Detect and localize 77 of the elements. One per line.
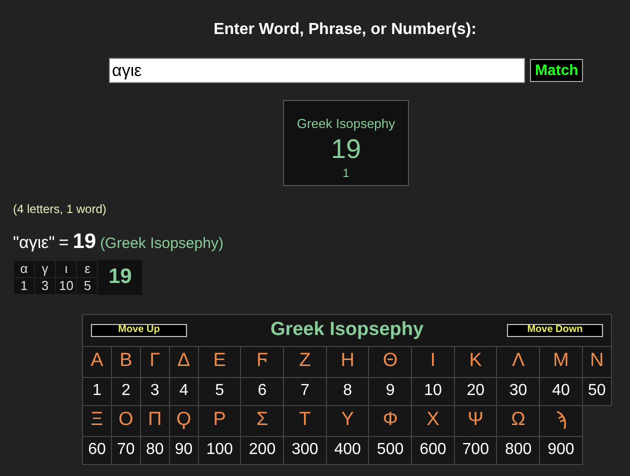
letter-value-cell: 8	[326, 377, 369, 405]
greek-letter-cell: Β	[111, 346, 140, 377]
letter-value-cell: 3	[140, 377, 170, 405]
letter-cell: ι	[56, 260, 77, 277]
greek-letter-cell: Ι	[412, 346, 454, 377]
letter-value-cell: 6	[240, 377, 284, 405]
letter-cell: ε	[76, 260, 98, 277]
greek-letter-cell: Ο	[111, 405, 140, 436]
greek-letter-cell: Ω	[496, 405, 540, 436]
greek-letter-cell: Ϝ	[240, 346, 284, 377]
letter-value-cell: 80	[140, 436, 170, 464]
letter-value-cell: 1	[82, 377, 112, 405]
greek-letter-cell: Μ	[540, 346, 582, 377]
greek-letter-cell: Η	[326, 346, 369, 377]
greek-letter-cell: Υ	[326, 405, 369, 436]
letter-cell: γ	[34, 260, 56, 277]
equals-sign: =	[58, 232, 69, 254]
letter-value-cell: 600	[412, 436, 454, 464]
letter-value-cell: 700	[454, 436, 497, 464]
greek-letter-cell: Ζ	[284, 346, 326, 377]
cipher-label: (Greek Isopsephy)	[100, 234, 224, 254]
greek-letter-cell: Φ	[368, 405, 412, 436]
letter-value-cell: 4	[169, 377, 198, 405]
breakdown-total: 19	[98, 260, 142, 294]
letter-value-cell: 200	[240, 436, 284, 464]
greek-letter-cell: Ξ	[82, 405, 112, 436]
prompt-heading: Enter Word, Phrase, or Number(s):	[212, 20, 478, 40]
letter-word-count: (4 letters, 1 word)	[13, 201, 108, 218]
cipher-value: 19	[330, 134, 362, 164]
letter-value-cell: 2	[111, 377, 140, 405]
letter-value-cell: 90	[169, 436, 198, 464]
greek-letter-cell: Ρ	[198, 405, 241, 436]
greek-letter-cell: Λ	[496, 346, 540, 377]
greek-letter-cell: Κ	[454, 346, 497, 377]
letter-value-cell: 70	[111, 436, 140, 464]
letter-cell: α	[14, 260, 34, 277]
letter-value-cell: 3	[34, 277, 56, 294]
move-up-button[interactable]: Move Up	[91, 324, 187, 336]
letter-value-cell: 800	[496, 436, 540, 464]
greek-letter-cell: Σ	[240, 405, 284, 436]
greek-letter-cell: ϡ	[540, 405, 582, 436]
letter-value-cell: 40	[540, 377, 582, 405]
match-button[interactable]: Match	[530, 59, 584, 82]
letter-value-cell: 20	[454, 377, 497, 405]
match-count: 1	[342, 164, 350, 182]
greek-letter-cell: Ϙ	[169, 405, 198, 436]
word-input-field[interactable]: αγιε	[109, 58, 525, 83]
greek-letter-cell: Α	[82, 346, 112, 377]
letter-value-cell: 100	[198, 436, 241, 464]
letter-value-cell: 7	[284, 377, 326, 405]
letter-value-cell: 400	[326, 436, 369, 464]
greek-letter-cell: Γ	[140, 346, 170, 377]
letter-value-cell: 10	[412, 377, 454, 405]
letter-value-cell: 60	[82, 436, 112, 464]
letter-value-cell: 5	[198, 377, 241, 405]
letter-value-cell: 9	[368, 377, 412, 405]
letter-value-cell: 10	[56, 277, 77, 294]
letter-value-cell: 5	[76, 277, 98, 294]
letter-value-cell: 1	[14, 277, 34, 294]
greek-letter-cell: Τ	[284, 405, 326, 436]
greek-letter-cell: Θ	[368, 346, 412, 377]
cipher-title: Greek Isopsephy	[270, 318, 424, 342]
greek-letter-cell: Χ	[412, 405, 454, 436]
letter-value-cell: 900	[540, 436, 582, 464]
letter-value-cell: 300	[284, 436, 326, 464]
letter-value-cell: 50	[582, 377, 612, 405]
greek-letter-cell: Ψ	[454, 405, 497, 436]
cipher-name: Greek Isopsephy	[296, 115, 396, 133]
greek-letter-cell: Δ	[169, 346, 198, 377]
letter-value-cell: 30	[496, 377, 540, 405]
phrase-value: 19	[72, 229, 96, 255]
greek-letter-cell: Ε	[198, 346, 241, 377]
move-down-button[interactable]: Move Down	[507, 324, 603, 336]
greek-letter-cell: Ν	[582, 346, 612, 377]
greek-letter-cell: Π	[140, 405, 170, 436]
letter-value-cell: 500	[368, 436, 412, 464]
phrase-text: "αγιε"	[13, 232, 55, 254]
